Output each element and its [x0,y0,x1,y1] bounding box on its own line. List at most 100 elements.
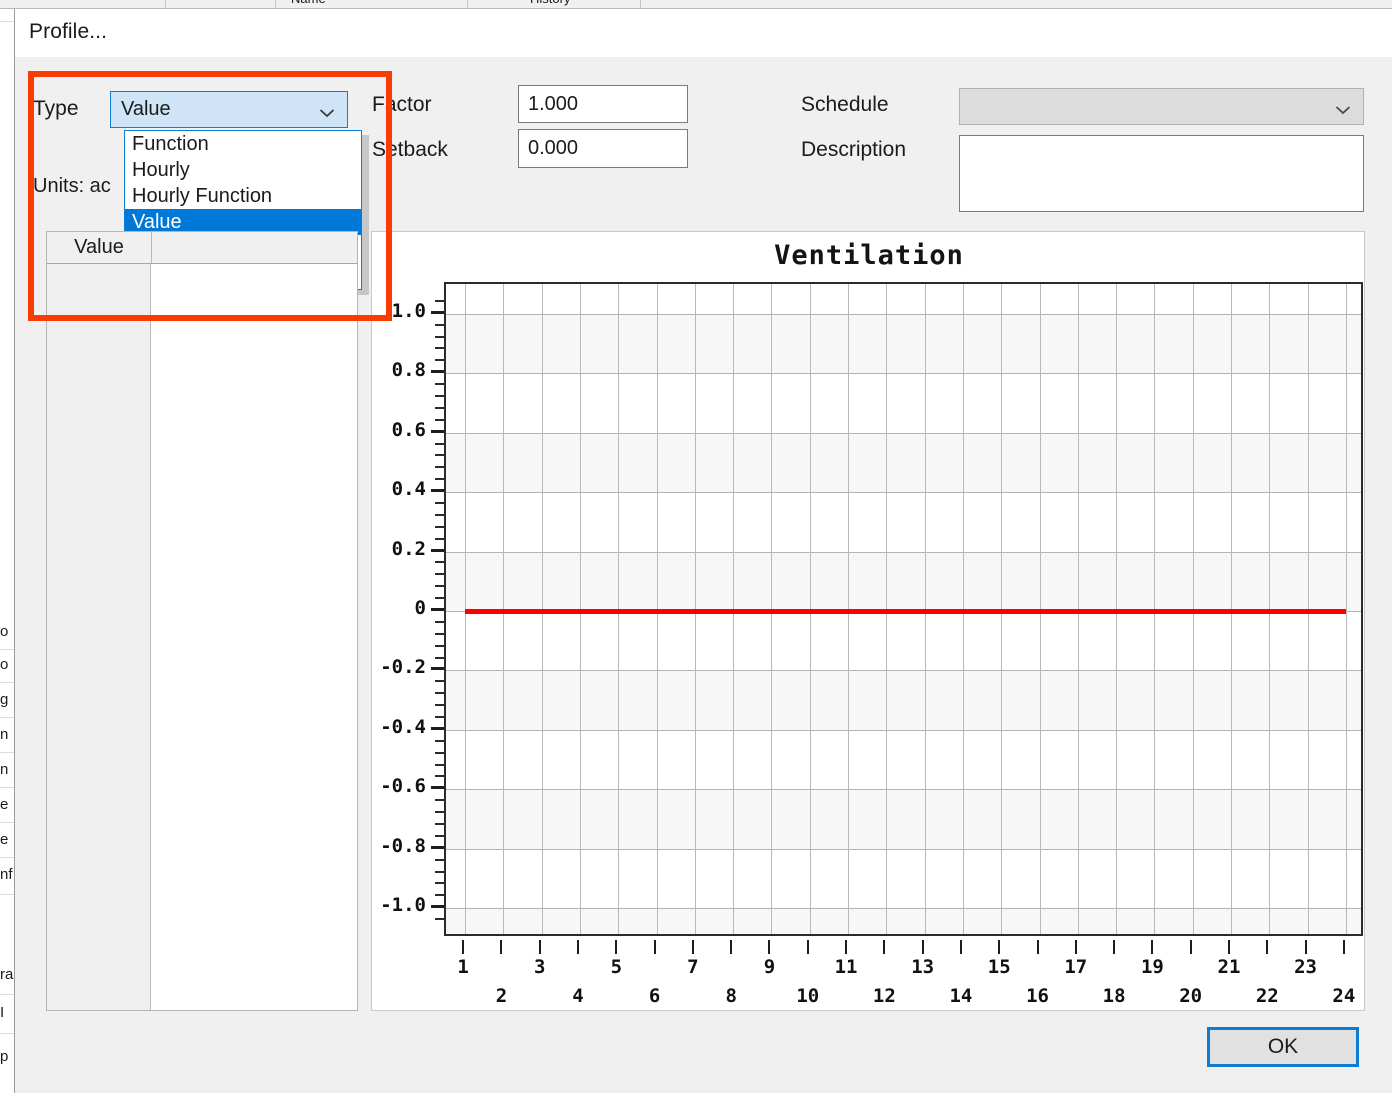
factor-input[interactable]: 1.000 [518,85,688,123]
chart-y-tick-label: -0.8 [380,834,426,857]
chart-x-tick [883,940,886,954]
factor-label: Factor [372,93,432,116]
chart-y-tick-minor [435,323,444,326]
chart-gridline-horizontal [446,373,1361,375]
chart-y-tick-minor [435,525,444,528]
chart-x-tick-label: 13 [911,956,935,978]
background-column-header-history: History [530,0,570,6]
chart-x-tick-label: 12 [872,985,896,1007]
chart-y-tick-label: -0.2 [380,656,426,679]
value-table-body[interactable] [152,264,357,1010]
chart-x-tick [1189,940,1192,954]
chart-x-tick-label: 16 [1026,985,1049,1007]
type-option-hourly-function[interactable]: Hourly Function [125,183,361,209]
chart-x-tick-label: 19 [1140,956,1164,978]
chart-x-tick-label: 10 [796,985,820,1007]
chart-x-tick [538,940,541,954]
chart-y-tick-minor [435,406,444,409]
chart-x-tick-label: 6 [648,985,661,1007]
chart-x-tick [1266,940,1269,954]
chart-y-tick-minor [435,383,444,386]
chart-x-tick-label: 14 [949,985,973,1007]
background-table-header: Name History [0,0,1392,9]
value-table-column-header: Value [47,232,152,263]
chart-y-tick-major [431,726,444,730]
chart-x-tick-label: 18 [1102,985,1126,1007]
chart-gridline-horizontal [446,492,1361,494]
chart-y-tick-label: 0.2 [391,537,426,560]
chevron-down-icon [319,105,335,117]
chart-y-tick-minor [435,823,444,826]
chart-y-tick-major [431,429,444,433]
profile-dialog: Profile... Type Value Units: ac Factor 1… [14,9,1392,1093]
chart-y-tick-major [431,370,444,374]
chart-y-tick-label: 1.0 [391,299,426,322]
setback-label: Setback [372,138,448,161]
chart-row-band [446,313,1361,374]
description-textarea[interactable] [959,135,1364,212]
chart-row-band [446,789,1361,849]
chart-x-tick-label: 5 [610,956,623,978]
type-option-hourly[interactable]: Hourly [125,157,361,183]
chart-x-tick [691,940,694,954]
chart-y-tick-minor [435,858,444,861]
chart-y-tick-minor [435,704,444,707]
value-table-header: Value [47,232,357,264]
chart-x-tick-label: 15 [987,956,1011,978]
chart-y-tick-minor [435,811,444,814]
chart-y-tick-major [431,905,444,909]
chart-y-tick-minor [435,418,444,421]
chart-x-tick-label: 2 [495,985,508,1007]
chart-y-tick-major [431,845,444,849]
description-label: Description [801,138,907,161]
type-combobox-value: Value [121,98,171,120]
type-option-function[interactable]: Function [125,131,361,157]
chart-y-tick-major [431,667,444,671]
value-table[interactable]: Value [46,231,358,1011]
chart-row-band [446,432,1361,493]
chart-gridline-horizontal [446,848,1361,850]
chart-y-tick-label: 0 [414,597,426,619]
chart-y-tick-major [431,489,444,493]
chart-y-tick-minor [435,870,444,873]
chart-x-tick-label: 7 [687,956,699,978]
schedule-combobox[interactable] [959,88,1364,125]
chart-y-tick-minor [435,466,444,469]
chart-y-tick-minor [435,644,444,647]
chart-y-tick-label: 0.6 [391,418,426,441]
chart-y-tick-minor [435,751,444,754]
type-combobox[interactable]: Value [110,91,348,128]
chart-y-tick-major [431,786,444,790]
chart-y-tick-minor [435,585,444,588]
value-table-rowheader-column [47,264,151,1010]
chart-gridline-horizontal [446,432,1361,434]
chart-x-tick [615,940,618,954]
chart-x-tick-label: 21 [1217,956,1241,978]
background-column-separator [467,0,468,8]
chart-x-tick-label: 3 [533,956,546,978]
chart-gridline-horizontal [446,670,1361,672]
chart-y-tick-major [431,608,444,611]
dialog-footer: OK [15,1013,1392,1093]
ok-button[interactable]: OK [1207,1027,1359,1067]
chart-x-tick-label: 24 [1332,985,1356,1007]
schedule-label: Schedule [801,93,889,116]
type-label: Type [33,97,79,120]
chart-x-tick [500,940,503,954]
chart-y-tick-minor [435,680,444,683]
ventilation-chart: Ventilation 1.0 0.8 0.6 0.4 0.2 0 -0.2 -0.4 -0.6… [371,231,1365,1011]
dialog-titlebar: Profile... [15,9,1392,57]
chart-y-tick-minor [435,597,444,600]
chevron-down-icon [1335,102,1351,114]
chart-y-tick-label: -1.0 [380,894,426,917]
chart-y-tick-minor [435,394,444,397]
chart-y-tick-minor [435,763,444,766]
chart-y-tick-minor [435,454,444,457]
setback-input[interactable]: 0.000 [518,129,688,168]
chart-x-tick [998,940,1001,954]
chart-gridline-horizontal [446,551,1361,553]
chart-x-tick [1342,940,1345,954]
chart-y-tick-minor [435,716,444,719]
chart-y-tick-minor [435,656,444,659]
chart-y-tick-minor [435,478,444,481]
